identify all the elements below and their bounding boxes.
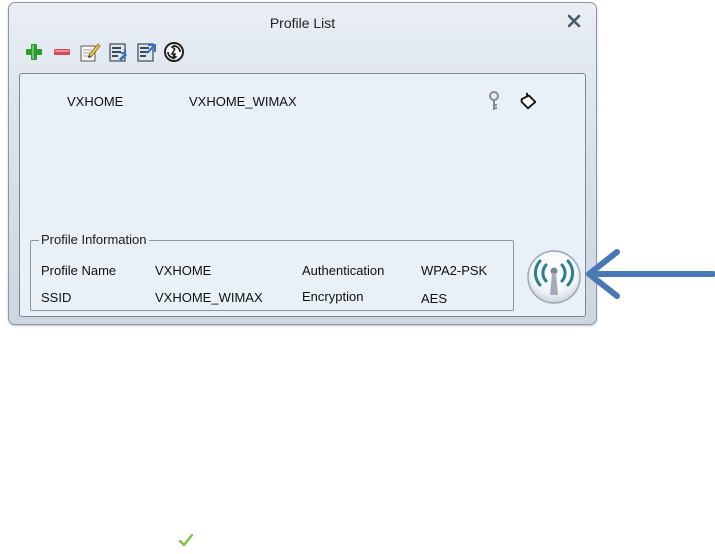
signal-tower-icon xyxy=(527,250,581,304)
remove-profile-button[interactable] xyxy=(51,40,73,64)
pointer-arrow-icon xyxy=(586,249,715,299)
ssid-value: VXHOME_WIMAX xyxy=(155,290,263,305)
check-icon xyxy=(178,533,194,547)
import-profile-button[interactable] xyxy=(107,40,129,64)
authentication-label: Authentication xyxy=(302,263,385,278)
import-icon xyxy=(109,43,127,62)
export-profile-button[interactable] xyxy=(135,40,157,64)
edit-profile-button[interactable] xyxy=(79,40,101,64)
toolbar xyxy=(23,37,185,67)
profile-name-label: Profile Name xyxy=(41,263,117,278)
close-icon xyxy=(567,14,581,28)
profile-row[interactable]: VXHOME VXHOME_WIMAX xyxy=(24,88,581,114)
key-icon xyxy=(489,91,499,110)
window-title: Profile List xyxy=(269,15,336,31)
profile-ssid-cell: VXHOME_WIMAX xyxy=(189,94,297,109)
connect-button[interactable] xyxy=(526,249,582,305)
remove-icon xyxy=(54,49,70,55)
ssid-label: SSID xyxy=(41,290,72,305)
profile-list-window: Profile List VXHOME VXHOME_WIMAX Profile… xyxy=(8,2,597,325)
profile-information-legend: Profile Information xyxy=(39,232,149,247)
encryption-label: Encryption xyxy=(302,289,364,304)
scan-profile-button[interactable] xyxy=(163,40,185,64)
export-icon xyxy=(137,43,156,62)
default-profile-icon xyxy=(520,92,537,110)
add-icon xyxy=(26,44,42,60)
profile-name-cell: VXHOME xyxy=(67,94,124,109)
profile-name-value: VXHOME xyxy=(155,263,212,278)
authentication-value: WPA2-PSK xyxy=(421,263,488,278)
scan-icon xyxy=(164,42,184,62)
profile-list-panel: VXHOME VXHOME_WIMAX Profile Information … xyxy=(19,73,586,317)
close-button[interactable] xyxy=(564,11,584,31)
encryption-value: AES xyxy=(421,291,448,306)
edit-icon xyxy=(80,43,101,62)
add-profile-button[interactable] xyxy=(23,40,45,64)
profile-information-box: Profile Information Profile Name VXHOME … xyxy=(30,232,514,311)
